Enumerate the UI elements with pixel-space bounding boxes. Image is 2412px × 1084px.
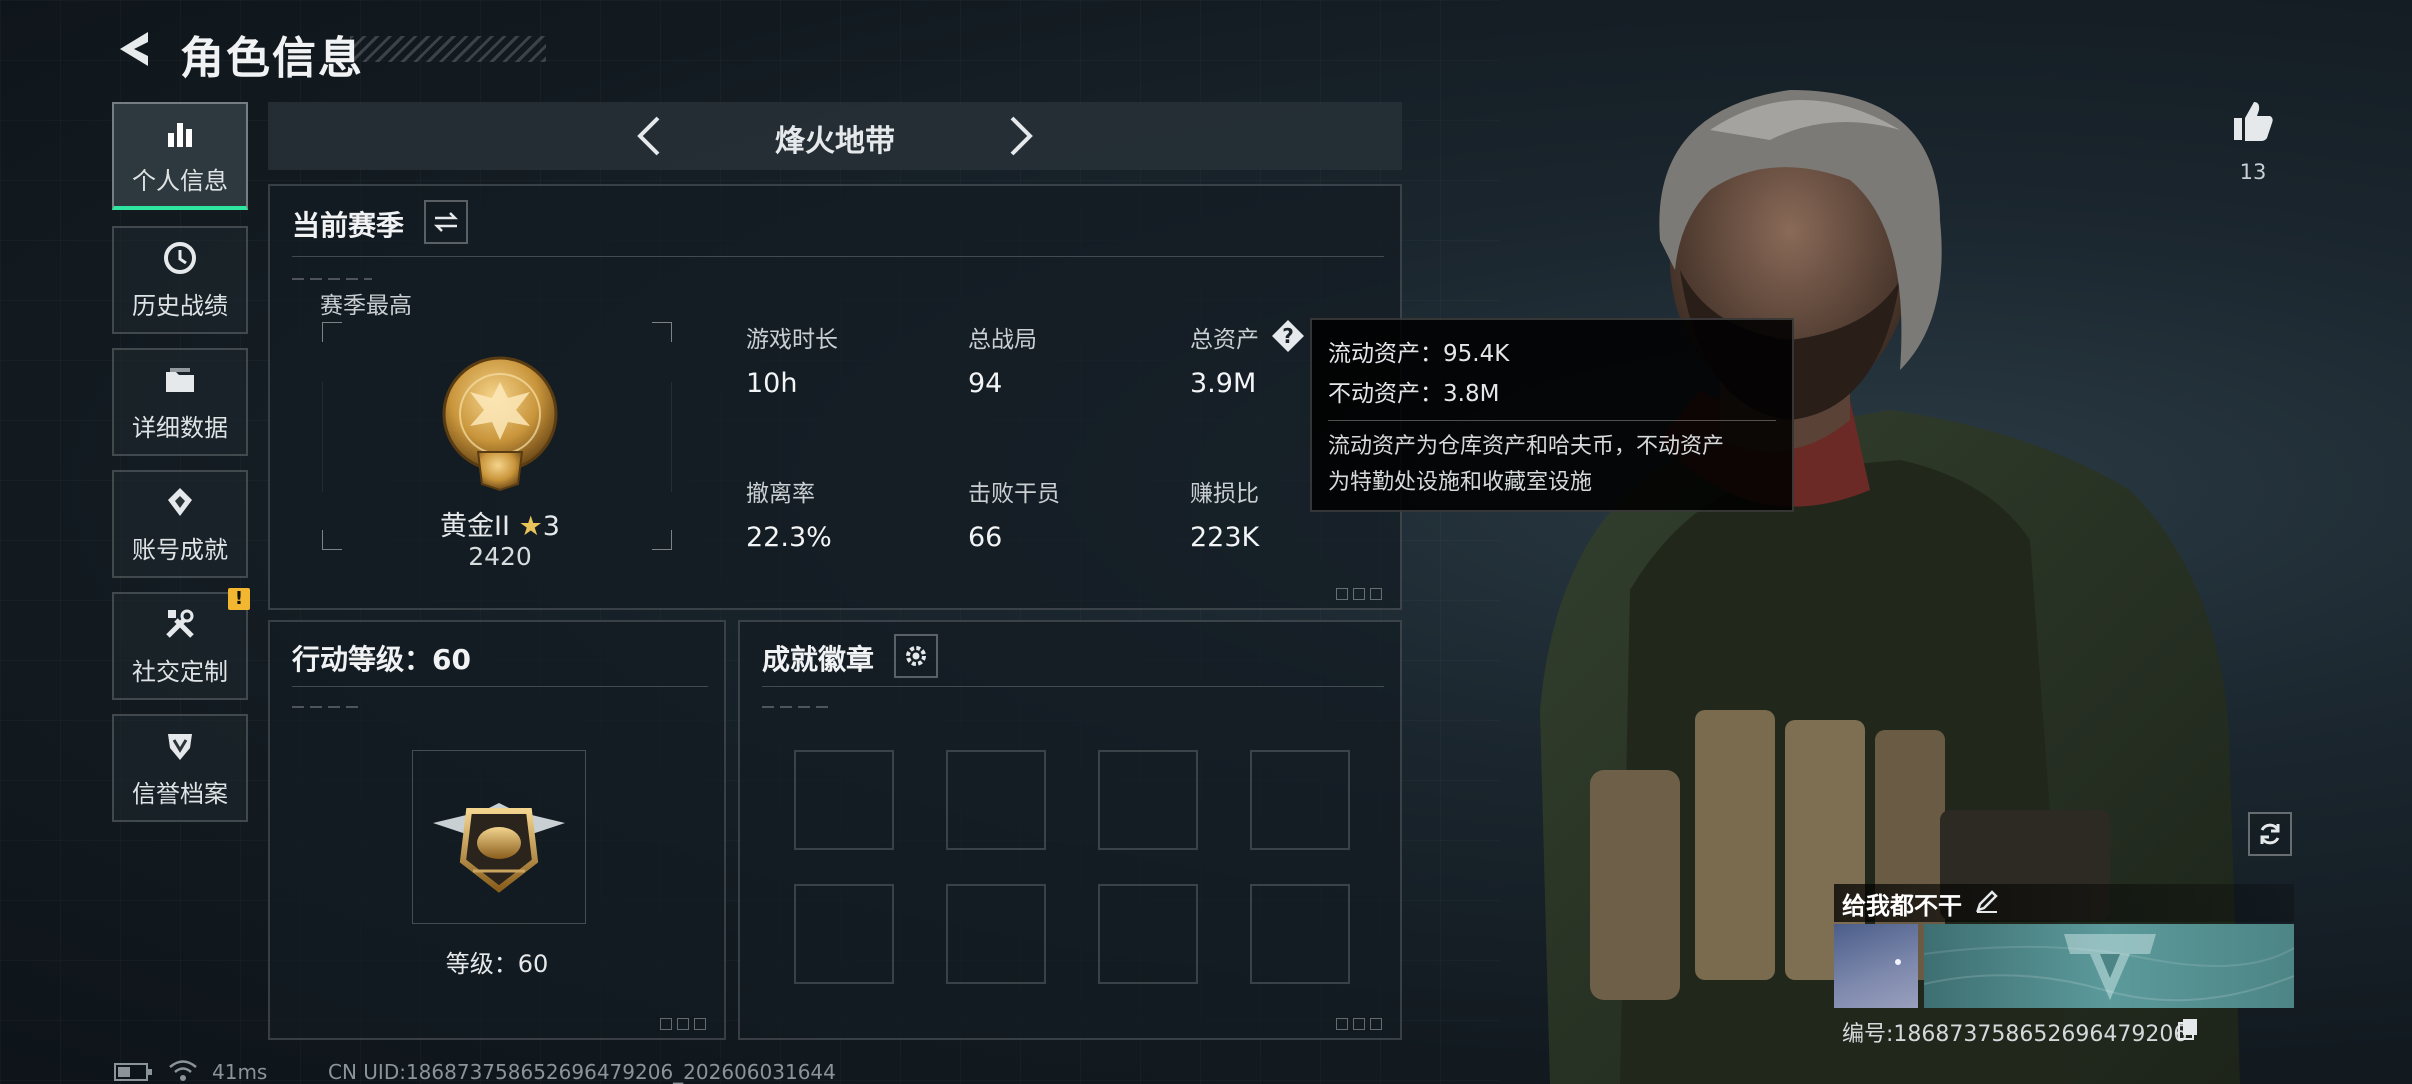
emblem-logo-icon bbox=[1924, 934, 2294, 1002]
rank-name-row: 黄金II ★3 bbox=[378, 504, 622, 543]
badges-title: 成就徽章 bbox=[762, 643, 875, 676]
level-text: 等级：60 bbox=[445, 950, 549, 978]
sidebar-item-detailed-data[interactable]: 详细数据 bbox=[112, 348, 248, 456]
sidebar-item-achievements[interactable]: 账号成就 bbox=[112, 470, 248, 578]
gold-rank-emblem-icon bbox=[442, 356, 558, 492]
sidebar-item-personal-info[interactable]: 个人信息 bbox=[112, 102, 248, 210]
stat-profit-loss-ratio: 赚损比 223K bbox=[1190, 481, 1260, 553]
sidebar-item-label: 账号成就 bbox=[132, 535, 228, 564]
rank-stars: 3 bbox=[542, 511, 560, 542]
shield-icon bbox=[168, 733, 192, 760]
back-arrow-icon[interactable] bbox=[112, 26, 158, 72]
svg-text:?: ? bbox=[1282, 324, 1294, 348]
history-icon bbox=[164, 241, 196, 274]
achievement-badges-panel: 成就徽章 bbox=[738, 620, 1402, 1040]
level-emblem-frame bbox=[412, 750, 586, 924]
sidebar-item-credit-record[interactable]: 信誉档案 bbox=[112, 714, 248, 822]
bar-chart-icon bbox=[168, 122, 192, 147]
name-card-banner[interactable] bbox=[1924, 924, 2294, 1008]
star-icon: ★ bbox=[518, 511, 543, 542]
player-name: 给我都不干 bbox=[1842, 892, 1962, 920]
stat-extraction-rate: 撤离率 22.3% bbox=[746, 481, 832, 553]
folder-icon bbox=[166, 367, 194, 392]
tools-icon bbox=[166, 609, 194, 638]
season-best-label: 赛季最高 bbox=[320, 293, 412, 319]
badge-settings-button[interactable] bbox=[894, 634, 938, 678]
badge-slot[interactable] bbox=[946, 884, 1046, 984]
sidebar-item-history[interactable]: 历史战绩 bbox=[112, 226, 248, 334]
helicopter-emblem-icon bbox=[433, 803, 565, 893]
tooltip-liquid-assets: 流动资产：95.4K bbox=[1328, 341, 1510, 367]
tooltip-description-2: 为特勤处设施和收藏室设施 bbox=[1328, 470, 1593, 495]
badge-slot[interactable] bbox=[794, 884, 894, 984]
gear-icon bbox=[906, 646, 926, 666]
avatar[interactable] bbox=[1834, 924, 1918, 1008]
achievement-icon bbox=[168, 487, 192, 516]
badge-slot[interactable] bbox=[946, 750, 1046, 850]
ping-text: 41ms bbox=[212, 1060, 268, 1084]
refresh-icon bbox=[2260, 823, 2280, 845]
stat-total-matches: 总战局 94 bbox=[968, 327, 1037, 399]
stat-kills: 击败干员 66 bbox=[968, 481, 1060, 553]
copy-icon[interactable] bbox=[2176, 1016, 2200, 1040]
page-title: 角色信息 bbox=[180, 33, 364, 84]
title-decoration bbox=[350, 36, 546, 62]
player-id: 编号:18687375865269647920​6 bbox=[1842, 1022, 2188, 1047]
tooltip-fixed-assets: 不动资产：3.8M bbox=[1328, 381, 1500, 407]
mode-tab-bar: 烽火地带 bbox=[268, 102, 1402, 170]
battery-icon bbox=[114, 1063, 152, 1081]
action-level-title: 行动等级：60 bbox=[292, 643, 471, 676]
sidebar-item-social-custom[interactable]: 社交定制 ! bbox=[112, 588, 250, 700]
action-level-panel: 行动等级：60 等级：60 bbox=[268, 620, 726, 1040]
stat-play-time: 游戏时长 10h bbox=[746, 327, 838, 399]
rank-name: 黄金II bbox=[440, 511, 510, 542]
help-icon[interactable]: ? bbox=[1270, 318, 1306, 354]
badge-slot[interactable] bbox=[1250, 750, 1350, 850]
alert-badge: ! bbox=[228, 588, 250, 610]
like-count: 13 bbox=[2239, 160, 2267, 184]
stat-total-assets: 总资产 3.9M bbox=[1190, 327, 1259, 399]
moon-icon bbox=[1895, 959, 1901, 965]
sidebar-item-label: 历史战绩 bbox=[132, 291, 228, 320]
sidebar-item-label: 个人信息 bbox=[132, 166, 228, 195]
thumbs-up-icon[interactable] bbox=[2228, 96, 2278, 146]
wifi-icon bbox=[169, 1060, 197, 1081]
sidebar-item-label: 社交定制 bbox=[132, 657, 228, 686]
badge-slot[interactable] bbox=[1098, 884, 1198, 984]
badge-slot[interactable] bbox=[1098, 750, 1198, 850]
switch-season-button[interactable] bbox=[424, 200, 468, 244]
edit-pencil-icon[interactable] bbox=[1974, 888, 2000, 914]
season-panel: 当前赛季 赛季最高 黄金II ★3 2420 游戏时长 10h 总战局 94 总… bbox=[268, 184, 1402, 610]
season-title: 当前赛季 bbox=[292, 209, 405, 242]
rank-score: 2420 bbox=[468, 542, 532, 571]
tooltip-description-1: 流动资产为仓库资产和哈夫币，不动资产 bbox=[1328, 434, 1725, 459]
sidebar-item-label: 详细数据 bbox=[132, 413, 228, 442]
assets-tooltip: 流动资产：95.4K 不动资产：3.8M 流动资产为仓库资产和哈夫币，不动资产 … bbox=[1310, 318, 1794, 512]
uid-text: CN UID:18687375865269647920​6_2026060316… bbox=[328, 1060, 836, 1084]
mode-tab-label: 烽火地带 bbox=[775, 124, 895, 159]
badge-slot[interactable] bbox=[794, 750, 894, 850]
badge-slot[interactable] bbox=[1250, 884, 1350, 984]
swap-icon bbox=[433, 212, 459, 232]
rotate-model-button[interactable] bbox=[2248, 812, 2292, 856]
chevron-right-icon[interactable] bbox=[998, 112, 1042, 160]
sidebar-item-label: 信誉档案 bbox=[132, 779, 228, 808]
